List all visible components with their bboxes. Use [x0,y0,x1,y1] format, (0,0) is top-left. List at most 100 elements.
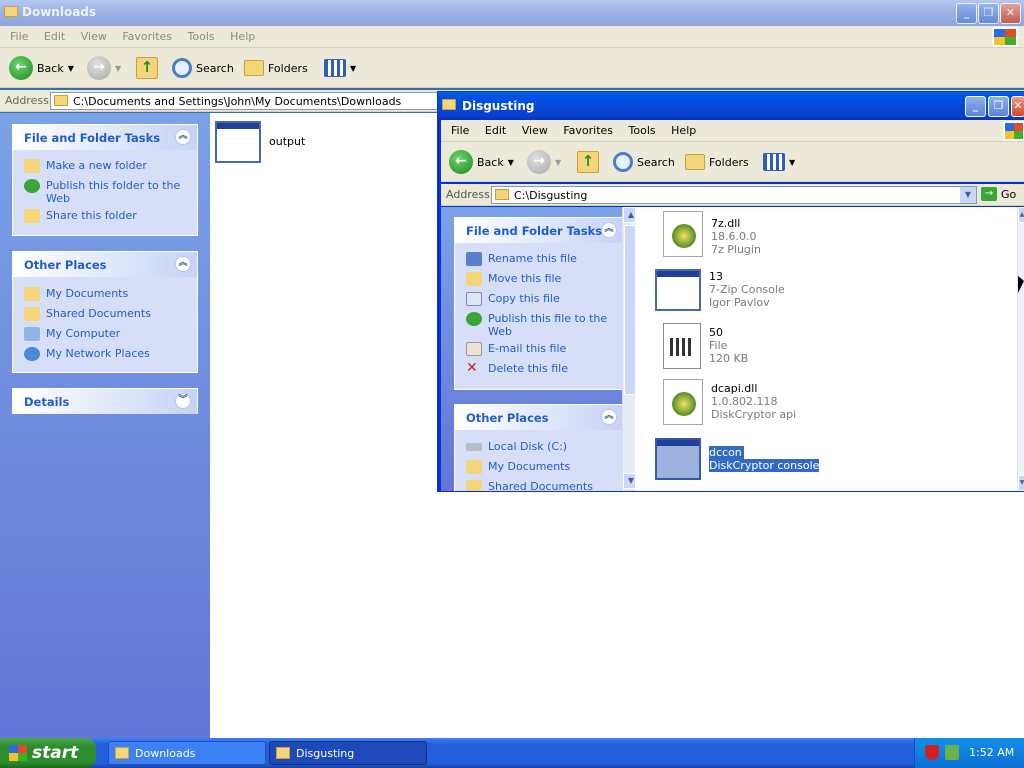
file-list-scrollbar[interactable]: ▲ ▼ [1017,207,1024,491]
scroll-up-button[interactable]: ▲ [1018,207,1024,223]
panel-title[interactable]: Other Places ︽ [455,405,623,430]
disgusting-title-bar[interactable]: Disgusting _ ❐ ✕ [438,92,1024,120]
search-button[interactable]: Search [172,56,234,80]
network-icon[interactable] [945,745,959,760]
new-folder-icon [24,159,40,173]
scroll-down-button[interactable]: ▼ [1018,475,1024,491]
collapse-icon[interactable]: ︽ [175,256,191,272]
menu-file[interactable]: File [445,120,475,137]
views-icon [324,59,346,77]
forward-button[interactable]: → ▼ [87,56,121,80]
start-button[interactable]: start [0,738,96,768]
scroll-thumb[interactable] [624,225,635,395]
my-computer-link[interactable]: My Computer [24,327,120,341]
chevron-down-icon[interactable]: ▼ [960,187,976,203]
other-places-panel: Other Places ︽ My Documents Shared Docume… [12,251,198,373]
move-icon [466,272,482,286]
my-network-places-link[interactable]: My Network Places [24,347,150,361]
file-item-selected[interactable]: dccon DiskCryptor console [655,438,820,480]
close-button[interactable]: ✕ [1011,96,1024,117]
my-documents-link[interactable]: My Documents [466,460,570,474]
file-item[interactable]: dcapi.dll 1.0.802.118 DiskCryptor api [663,379,796,425]
minimize-button[interactable]: _ [956,3,977,24]
share-folder-icon [24,209,40,223]
menu-help[interactable]: Help [665,120,702,137]
window-title: Downloads [22,5,97,19]
menu-tools[interactable]: Tools [182,26,221,43]
panel-title[interactable]: File and Folder Tasks ︽ [13,125,197,150]
folder-icon [115,747,129,759]
security-shield-icon[interactable] [925,745,939,760]
clock[interactable]: 1:52 AM [969,746,1014,759]
publish-web-icon [466,312,482,326]
panel-title[interactable]: File and Folder Tasks ︽ [455,218,623,243]
menu-help[interactable]: Help [224,26,261,43]
make-new-folder-link[interactable]: Make a new folder [24,159,147,173]
file-item[interactable]: 7z.dll 18.6.0.0 7z Plugin [663,211,761,257]
share-folder-link[interactable]: Share this folder [24,209,137,223]
menu-favorites[interactable]: Favorites [557,120,619,137]
go-arrow-icon: → [981,187,997,201]
expand-icon[interactable]: ︾ [175,393,191,409]
forward-arrow-icon: → [87,56,111,80]
copy-file-link[interactable]: Copy this file [466,292,560,306]
up-folder-button[interactable]: ↑ [136,56,158,80]
shared-documents-link[interactable]: Shared Documents [24,307,151,321]
close-button[interactable]: ✕ [1000,3,1021,24]
move-file-link[interactable]: Move this file [466,272,561,286]
windows-logo-icon [992,27,1018,47]
go-button[interactable]: → Go [981,187,1016,201]
collapse-icon[interactable]: ︽ [601,222,617,238]
folders-button[interactable]: Folders [244,56,308,80]
collapse-icon[interactable]: ︽ [601,409,617,425]
scroll-up-button[interactable]: ▲ [623,207,635,223]
views-button[interactable]: ▼ [324,56,356,80]
delete-file-link[interactable]: ✕ Delete this file [466,361,568,376]
folder-icon [442,99,456,110]
folders-button[interactable]: Folders [685,150,749,174]
email-file-link[interactable]: E-mail this file [466,342,566,356]
taskbar-item-disgusting[interactable]: Disgusting [269,741,427,765]
my-documents-icon [24,287,40,301]
downloads-title-bar[interactable]: Downloads _ ❐ ✕ [0,0,1024,26]
maximize-button[interactable]: ❐ [988,96,1009,117]
search-button[interactable]: Search [613,150,675,174]
back-button[interactable]: ← Back ▼ [9,56,74,80]
address-input[interactable]: C:\Disgusting ▼ [491,186,977,204]
forward-button[interactable]: → ▼ [527,150,561,174]
menu-view[interactable]: View [516,120,554,137]
menu-file[interactable]: File [4,26,34,43]
my-documents-link[interactable]: My Documents [24,287,128,301]
maximize-button[interactable]: ❐ [978,3,999,24]
menu-favorites[interactable]: Favorites [116,26,178,43]
file-item[interactable]: 13 7-Zip Console Igor Pavlov [655,269,785,311]
local-disk-link[interactable]: Local Disk (C:) [466,440,567,453]
menu-view[interactable]: View [75,26,113,43]
task-pane: File and Folder Tasks ︽ Make a new folder… [0,113,210,738]
panel-title[interactable]: Details ︾ [13,389,197,414]
minimize-button[interactable]: _ [965,96,986,117]
menu-tools[interactable]: Tools [623,120,662,137]
shared-documents-link[interactable]: Shared Documents [466,480,593,491]
folders-icon [685,154,705,170]
scroll-down-button[interactable]: ▼ [623,473,635,489]
publish-file-link[interactable]: Publish this file to the Web [466,312,616,338]
rename-file-link[interactable]: Rename this file [466,252,577,266]
taskbar-item-downloads[interactable]: Downloads [108,741,266,765]
back-button[interactable]: ← Back ▼ [449,150,514,174]
file-item[interactable]: 50 File 120 KB [663,323,748,369]
views-button[interactable]: ▼ [763,150,795,174]
task-pane-scrollbar[interactable]: ▲ ▼ [622,207,635,491]
folder-icon [495,189,509,200]
folder-icon [4,6,18,17]
collapse-icon[interactable]: ︽ [175,129,191,145]
search-icon [613,152,633,172]
up-folder-button[interactable]: ↑ [577,150,599,174]
file-item[interactable]: output [215,121,305,163]
menu-edit[interactable]: Edit [38,26,71,43]
publish-folder-link[interactable]: Publish this folder to the Web [24,179,184,205]
app-icon [655,438,701,480]
my-documents-icon [466,460,482,474]
panel-title[interactable]: Other Places ︽ [13,252,197,277]
menu-edit[interactable]: Edit [479,120,512,137]
